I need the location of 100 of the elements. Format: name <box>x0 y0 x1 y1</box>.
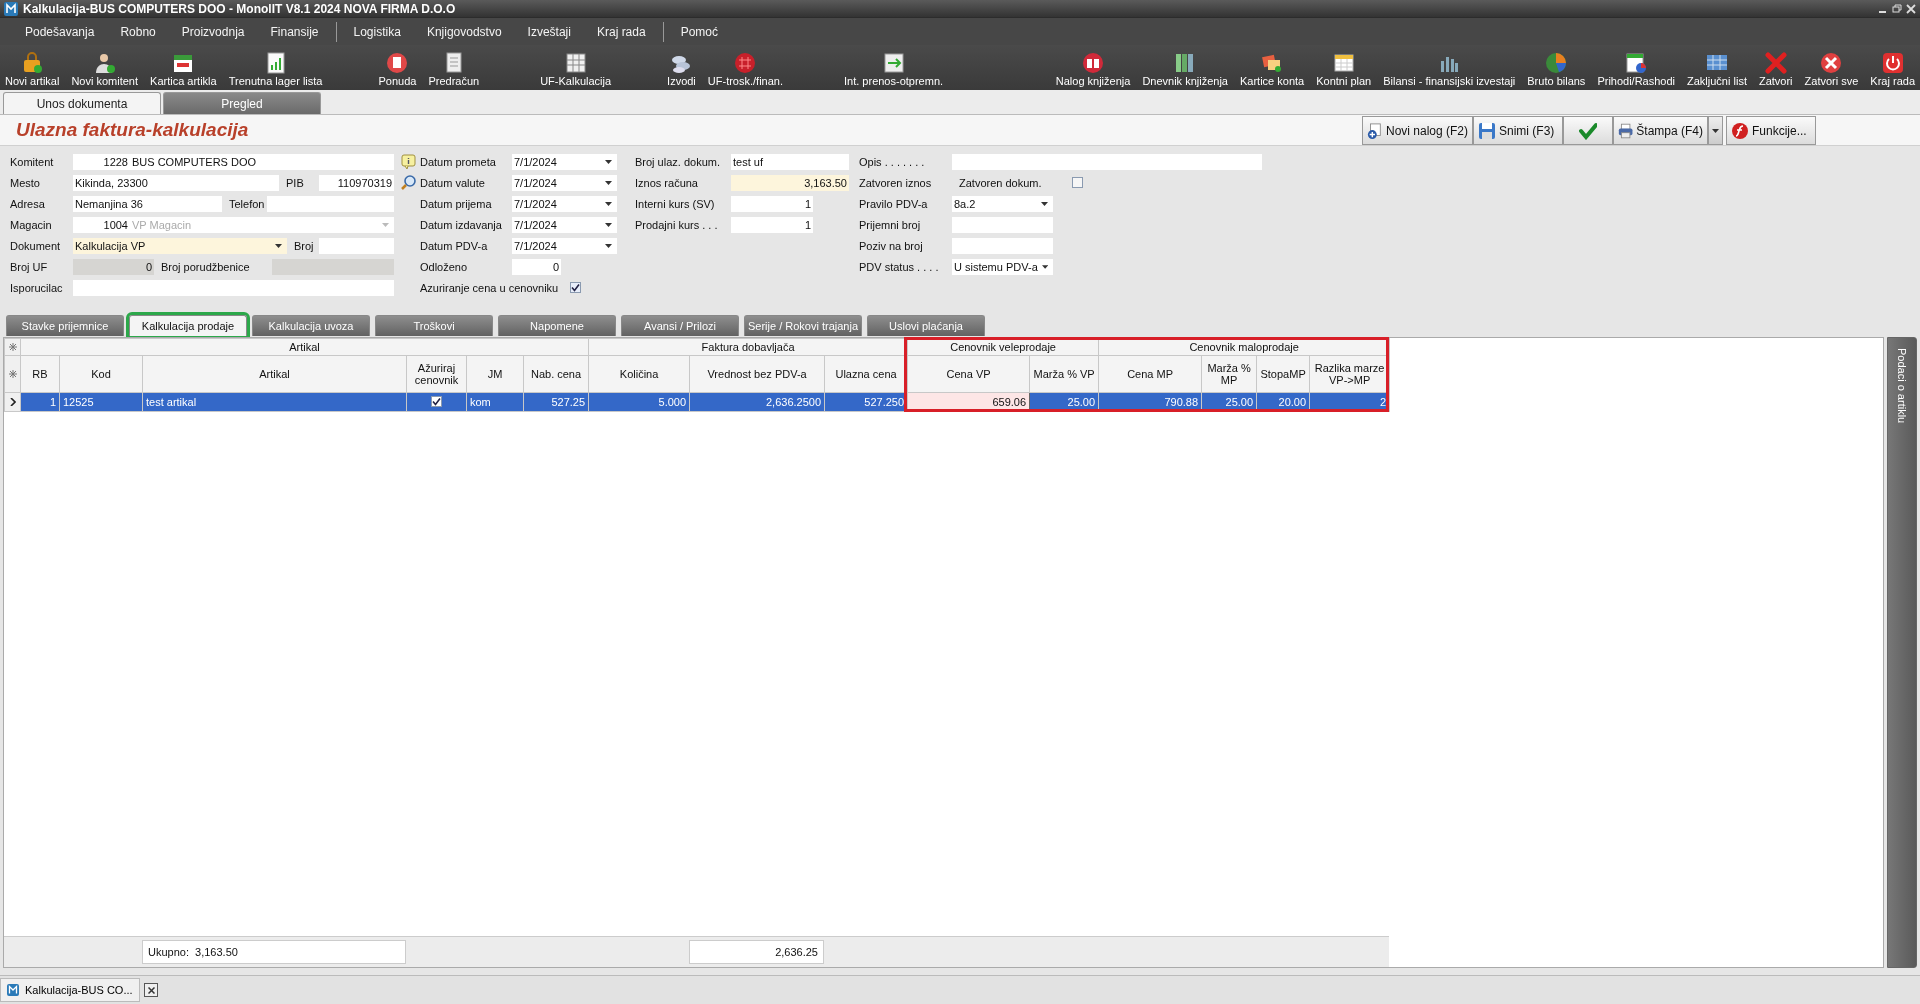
tab[interactable]: Uslovi plaćanja <box>867 315 985 336</box>
checkbox[interactable] <box>431 396 442 407</box>
toolbar-button[interactable]: Novi komitent <box>68 52 142 87</box>
column-header[interactable]: Artikal <box>142 355 407 393</box>
toolbar-button[interactable]: Novi artikal <box>2 52 63 87</box>
field-label: Broj porudžbenice <box>160 260 251 273</box>
function-icon <box>1731 121 1749 140</box>
input-field[interactable] <box>267 195 394 212</box>
input-field[interactable]: 3,163.50 <box>731 174 849 191</box>
dropdown-field[interactable]: 8a.2 <box>952 195 1053 212</box>
input-field[interactable]: test uf <box>731 153 849 170</box>
menu-item[interactable]: Robno <box>107 24 169 39</box>
dropdown-field[interactable]: 7/1/2024 <box>512 195 617 212</box>
column-header[interactable]: StopaMP <box>1256 355 1310 393</box>
input-field[interactable]: 1004 <box>73 216 130 233</box>
tab[interactable]: Napomene <box>498 315 616 336</box>
menu-item[interactable]: Izveštaji <box>514 24 584 39</box>
column-header[interactable]: Marža % VP <box>1029 355 1099 393</box>
dropdown-field[interactable]: U sistemu PDV-a <box>952 258 1053 275</box>
toolbar-button[interactable]: Kartica artikla <box>147 52 220 87</box>
tab[interactable]: Kalkulacija prodaje <box>129 315 247 336</box>
input-field[interactable] <box>952 216 1053 233</box>
menu-item[interactable]: Proizvodnja <box>168 24 258 39</box>
input-field[interactable]: 1 <box>731 195 813 212</box>
tab[interactable]: Stavke prijemnice <box>6 315 124 336</box>
input-field[interactable] <box>319 237 394 254</box>
toolbar-button[interactable]: Zaključni list <box>1684 52 1750 87</box>
column-header[interactable]: Kod <box>59 355 143 393</box>
functions-button[interactable]: Funkcije... <box>1726 116 1816 145</box>
close-button[interactable] <box>144 983 158 997</box>
taskbar-item[interactable]: Kalkulacija-BUS CO... <box>0 978 140 1002</box>
column-header[interactable]: Marža % MP <box>1201 355 1257 393</box>
toolbar-button[interactable]: Kartice konta <box>1237 52 1308 87</box>
print-button[interactable]: Štampa (F4) <box>1613 116 1708 145</box>
column-header[interactable]: Količina <box>588 355 690 393</box>
menu-item[interactable]: Finansije <box>257 24 332 39</box>
toolbar-button[interactable]: Dnevnik knjiženja <box>1139 52 1231 87</box>
toolbar-button[interactable]: Ponuda <box>375 52 420 87</box>
input-field[interactable] <box>73 279 130 296</box>
toolbar-button[interactable]: Kontni plan <box>1313 52 1375 87</box>
toolbar-button[interactable]: Predračun <box>425 52 483 87</box>
menu-item[interactable]: Pomoć <box>667 24 731 39</box>
dropdown-field[interactable]: 7/1/2024 <box>512 237 617 254</box>
checkbox[interactable] <box>570 282 582 293</box>
column-header[interactable]: Vrednost bez PDV-a <box>689 355 825 393</box>
toolbar-button[interactable]: Bruto bilans <box>1524 52 1589 87</box>
input-field[interactable]: 1 <box>731 216 813 233</box>
toolbar-button[interactable]: Zatvori <box>1755 52 1796 87</box>
confirm-button[interactable] <box>1563 116 1613 145</box>
dropdown-field[interactable]: 7/1/2024 <box>512 153 617 170</box>
input-field[interactable]: Kikinda, 23300 <box>73 174 279 191</box>
tab[interactable]: Kalkulacija uvoza <box>252 315 370 336</box>
column-header[interactable]: JM <box>466 355 524 393</box>
input-field[interactable]: 110970319 <box>319 174 394 191</box>
field-label: Magacin <box>10 218 53 231</box>
input-field[interactable] <box>952 153 1262 170</box>
side-tab[interactable]: Podaci o artiklu <box>1887 337 1917 968</box>
menu-item[interactable]: Logistika <box>340 24 414 39</box>
toolbar-button[interactable]: Kraj rada <box>1867 52 1918 87</box>
new-button[interactable]: Novi nalog (F2) <box>1362 116 1473 145</box>
toolbar-button[interactable]: Zatvori sve <box>1801 52 1862 87</box>
document-tab[interactable]: Unos dokumenta <box>3 92 161 114</box>
input-field[interactable]: BUS COMPUTERS DOO <box>130 153 394 170</box>
dropdown-field[interactable]: 7/1/2024 <box>512 174 617 191</box>
tab[interactable]: Avansi / Prilozi <box>621 315 739 336</box>
input-field[interactable]: 1228 <box>73 153 130 170</box>
search-icon[interactable] <box>401 175 416 190</box>
save-button[interactable]: Snimi (F3) <box>1473 116 1563 145</box>
column-header[interactable]: Razlika marze VP->MP <box>1309 355 1390 393</box>
input-field[interactable]: Nemanjina 36 <box>73 195 222 212</box>
toolbar-button[interactable]: Trenutna lager lista <box>225 52 326 87</box>
tab[interactable]: Troškovi <box>375 315 493 336</box>
close-icon[interactable] <box>1906 3 1916 14</box>
restore-icon[interactable] <box>1892 3 1902 14</box>
toolbar-button[interactable]: UF-Kalkulacija <box>537 52 615 87</box>
toolbar-button[interactable]: Bilansi - finansijski izvestaji <box>1380 52 1519 87</box>
input-field[interactable] <box>952 237 1053 254</box>
info-icon[interactable] <box>401 154 416 169</box>
toolbar-button[interactable]: Nalog knjiženja <box>1052 52 1134 87</box>
column-header[interactable]: Cena VP <box>907 355 1030 393</box>
table-row[interactable]: 1 12525 test artikal kom 527.25 5.000 2,636.2500 527.250 659.06 25.00 790.88 25.00 20.00 2 <box>4 392 1390 412</box>
document-tab[interactable]: Pregled <box>163 92 321 114</box>
menu-item[interactable]: Knjigovodstvo <box>413 24 515 39</box>
toolbar-button[interactable]: UF-trosk./finan. <box>704 52 786 87</box>
menu-item[interactable]: Kraj rada <box>583 24 659 39</box>
column-header[interactable]: Nab. cena <box>523 355 589 393</box>
dropdown-button[interactable] <box>1708 116 1723 145</box>
toolbar-button[interactable]: Int. prenos-otpremn. <box>841 52 947 87</box>
input-field[interactable]: 0 <box>512 258 561 275</box>
menu-item[interactable]: Podešavanja <box>12 24 108 39</box>
tab[interactable]: Serije / Rokovi trajanja <box>744 315 862 336</box>
checkbox[interactable] <box>1072 177 1083 188</box>
input-field[interactable] <box>130 279 394 296</box>
toolbar-button[interactable]: Izvodi <box>664 52 699 87</box>
dropdown-field[interactable]: Kalkulacija VP <box>73 237 287 254</box>
column-header[interactable]: Cena MP <box>1098 355 1202 393</box>
column-header[interactable]: Ažuriraj cenovnik <box>406 355 467 393</box>
dropdown-field[interactable]: 7/1/2024 <box>512 216 617 233</box>
toolbar-button[interactable]: Prihodi/Rashodi <box>1594 52 1679 87</box>
input-field[interactable]: 0 <box>73 258 154 275</box>
